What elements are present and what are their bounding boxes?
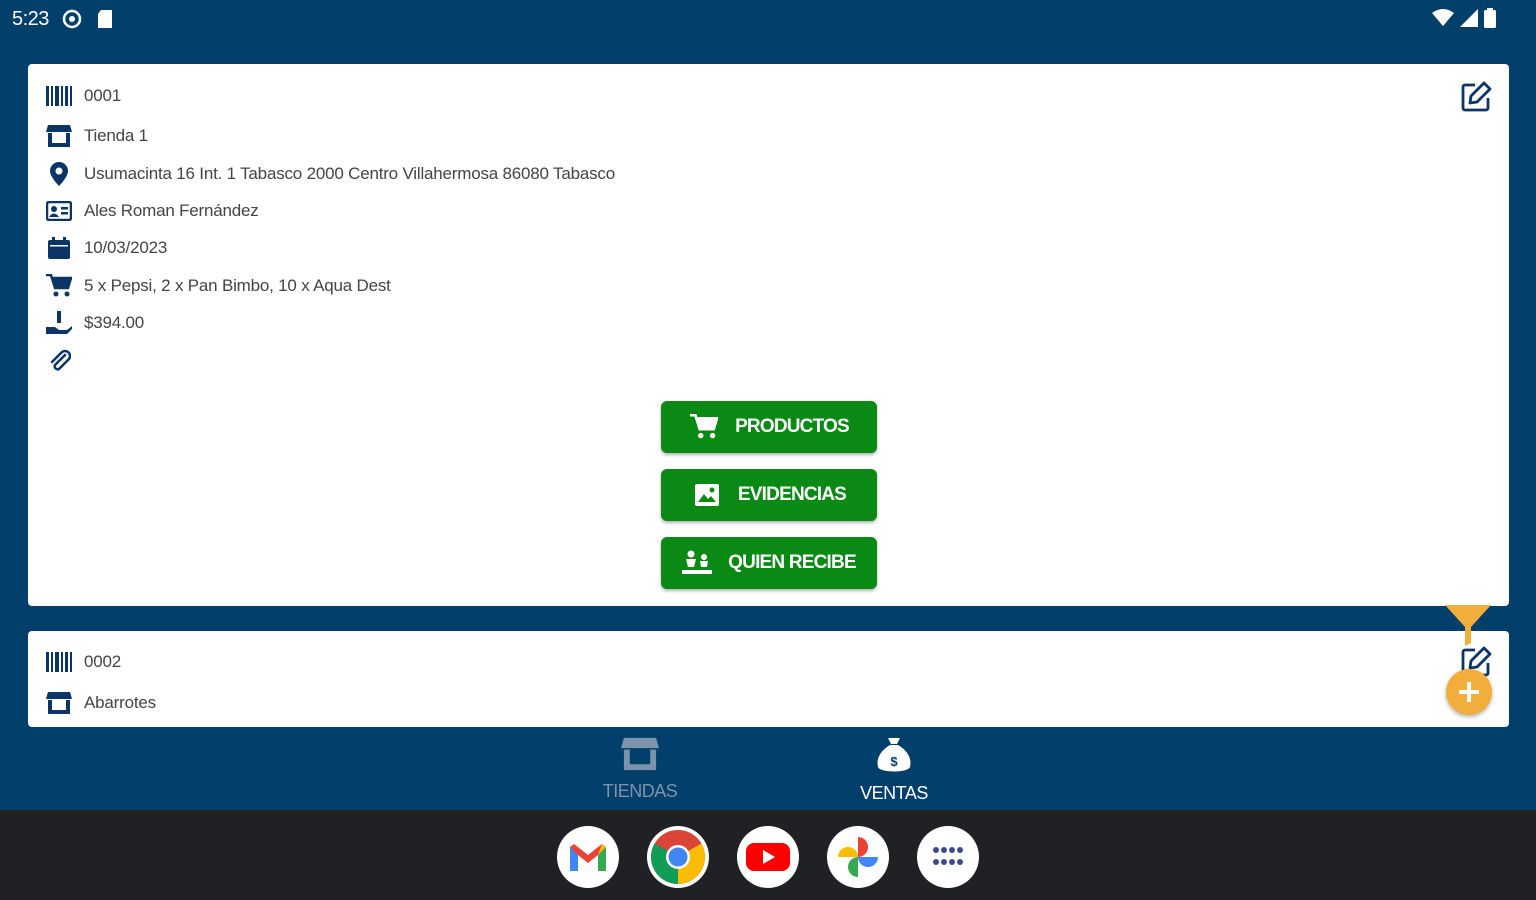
barcode-icon (46, 649, 72, 675)
app-drawer[interactable] (917, 826, 979, 888)
store-row: Tienda 1 (46, 122, 148, 150)
chrome-app[interactable] (647, 826, 709, 888)
store-address: Usumacinta 16 Int. 1 Tabasco 2000 Centro… (84, 164, 615, 183)
app-drawer-icon (933, 847, 963, 865)
nav-ventas-label: VENTAS (860, 783, 928, 803)
code-row: 0002 (46, 648, 121, 676)
cart-icon (46, 273, 72, 299)
barcode-icon (46, 83, 72, 109)
products-summary: 5 x Pepsi, 2 x Pan Bimbo, 10 x Aqua Dest (84, 276, 391, 295)
store-row: Abarrotes (46, 689, 156, 717)
sale-code: 0001 (84, 86, 122, 105)
chrome-icon (650, 830, 706, 884)
plus-icon (1459, 682, 1479, 702)
products-row: 5 x Pepsi, 2 x Pan Bimbo, 10 x Aqua Dest (46, 272, 391, 300)
edit-button[interactable] (1459, 80, 1493, 114)
battery-icon (1484, 8, 1496, 33)
code-row: 0001 (46, 82, 121, 110)
add-button[interactable] (1446, 669, 1492, 715)
quien-recibe-button[interactable]: QUIEN RECIBE (661, 537, 877, 589)
sale-total: $394.00 (84, 313, 145, 332)
sale-code: 0002 (84, 652, 122, 671)
evidencias-button[interactable]: EVIDENCIAS (661, 469, 877, 521)
quien-recibe-label: QUIEN RECIBE (728, 552, 856, 573)
money-hand-icon (46, 310, 72, 336)
youtube-icon (746, 843, 790, 871)
signal-icon (1460, 9, 1478, 32)
filter-icon (1445, 605, 1491, 646)
evidencias-label: EVIDENCIAS (737, 484, 847, 505)
store-name: Tienda 1 (84, 126, 148, 145)
contact-row: Ales Roman Fernández (46, 197, 259, 225)
productos-button[interactable]: PRODUCTOS (661, 401, 877, 453)
people-receive-icon (682, 548, 713, 578)
paperclip-icon (46, 348, 72, 374)
svg-text:$: $ (890, 754, 898, 769)
address-row: Usumacinta 16 Int. 1 Tabasco 2000 Centro… (46, 160, 615, 188)
store-icon (621, 737, 659, 771)
cart-icon (689, 412, 719, 442)
productos-label: PRODUCTOS (735, 416, 850, 437)
nav-ventas[interactable]: $ VENTAS (834, 736, 954, 804)
store-name: Abarrotes (84, 693, 156, 712)
money-bag-icon: $ (877, 738, 911, 772)
total-row: $394.00 (46, 309, 144, 337)
nav-tiendas-label: TIENDAS (602, 781, 678, 801)
sale-card: 0002 Abarrotes (28, 631, 1509, 727)
status-time: 5:23 (12, 8, 49, 30)
attachment-row (46, 347, 72, 375)
app-dock (0, 810, 1536, 900)
sale-date: 10/03/2023 (84, 238, 168, 257)
sd-card-icon (96, 9, 114, 34)
data-saver-icon (62, 9, 82, 34)
date-row: 10/03/2023 (46, 234, 167, 262)
location-pin-icon (46, 161, 72, 187)
wifi-icon (1432, 9, 1454, 32)
youtube-app[interactable] (737, 826, 799, 888)
filter-button[interactable] (1443, 603, 1493, 652)
calendar-icon (46, 235, 72, 261)
sale-card: 0001 Tienda 1 Usumacinta 16 Int. 1 Tabas… (28, 64, 1509, 606)
status-bar: 5:23 (0, 0, 1536, 38)
gmail-icon (570, 844, 606, 871)
store-icon (46, 690, 72, 716)
id-card-icon (46, 198, 72, 224)
gmail-app[interactable] (557, 826, 619, 888)
image-icon (692, 480, 722, 510)
store-icon (46, 123, 72, 149)
edit-icon (1461, 81, 1492, 112)
nav-tiendas[interactable]: TIENDAS (580, 736, 700, 802)
photos-icon (838, 837, 878, 877)
contact-name: Ales Roman Fernández (84, 201, 259, 220)
photos-app[interactable] (827, 826, 889, 888)
